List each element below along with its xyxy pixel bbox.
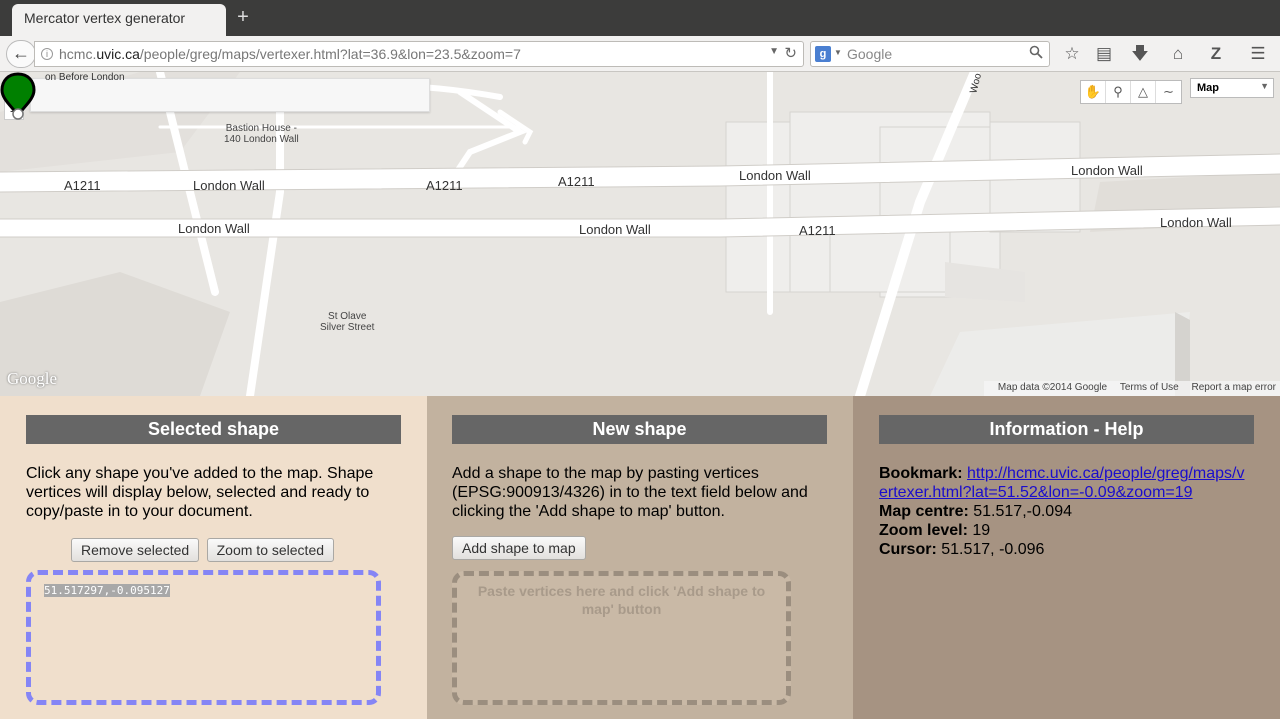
map-search-overlay[interactable] bbox=[30, 78, 430, 112]
road-label: London Wall bbox=[1071, 163, 1143, 178]
google-logo: Google bbox=[7, 369, 58, 388]
selected-vertices-text: 51.517297,-0.095127 bbox=[44, 584, 170, 597]
reload-icon[interactable]: ↻ bbox=[784, 44, 797, 62]
browser-tab[interactable]: Mercator vertex generator bbox=[12, 4, 226, 36]
road-label: A1211 bbox=[799, 223, 836, 238]
add-marker-icon[interactable]: ⚲ bbox=[1106, 81, 1131, 103]
map-label: on Before London bbox=[45, 72, 125, 83]
hand-icon[interactable]: ✋ bbox=[1081, 81, 1106, 103]
report-error-link[interactable]: Report a map error bbox=[1192, 382, 1276, 393]
map-marker-icon[interactable] bbox=[0, 72, 36, 120]
draw-polygon-icon[interactable]: △ bbox=[1131, 81, 1156, 103]
url-history-dropdown-icon[interactable]: ▼ bbox=[769, 46, 779, 57]
remove-selected-button[interactable]: Remove selected bbox=[71, 538, 200, 562]
new-shape-panel: New shape Add a shape to the map by past… bbox=[427, 396, 853, 719]
bookmark-star-icon[interactable]: ☆ bbox=[1061, 44, 1083, 64]
road-label: London Wall bbox=[193, 178, 265, 193]
panel-title: Selected shape bbox=[26, 415, 401, 444]
paste-vertices-textarea[interactable]: Paste vertices here and click 'Add shape… bbox=[452, 571, 791, 705]
site-info-icon[interactable]: i bbox=[41, 48, 53, 60]
search-icon[interactable] bbox=[1029, 45, 1043, 59]
road-label: A1211 bbox=[64, 178, 101, 193]
back-arrow-icon: ← bbox=[12, 43, 30, 63]
map-label: Bastion House -140 London Wall bbox=[224, 123, 299, 145]
zoom-level-value: 19 bbox=[972, 522, 991, 539]
url-text: hcmc.uvic.ca/people/greg/maps/vertexer.h… bbox=[59, 46, 521, 62]
panel-title: New shape bbox=[452, 415, 827, 444]
road-label: London Wall bbox=[1160, 215, 1232, 230]
map-attribution: Map data ©2014 Google Terms of Use Repor… bbox=[983, 381, 1280, 396]
engine-dropdown-icon[interactable]: ▼ bbox=[834, 48, 842, 57]
road-label: London Wall bbox=[178, 221, 250, 236]
add-shape-button[interactable]: Add shape to map bbox=[452, 536, 586, 560]
home-icon[interactable]: ⌂ bbox=[1167, 44, 1189, 64]
cursor-label: Cursor: bbox=[879, 541, 937, 558]
textarea-placeholder: Paste vertices here and click 'Add shape… bbox=[477, 583, 766, 617]
zotero-icon[interactable]: Z bbox=[1205, 44, 1227, 64]
road-label: London Wall bbox=[739, 168, 811, 183]
draw-line-icon[interactable]: ∼ bbox=[1156, 81, 1181, 103]
panel-description: Click any shape you've added to the map.… bbox=[26, 465, 374, 520]
tab-bar: Mercator vertex generator + bbox=[0, 0, 1280, 36]
map-canvas[interactable]: + − on Before London Bastion House -140 … bbox=[0, 72, 1280, 396]
map-centre-label: Map centre: bbox=[879, 503, 969, 520]
panel-description: Add a shape to the map by pasting vertic… bbox=[452, 465, 808, 520]
poi-label: St Olave Silver Street bbox=[320, 311, 375, 333]
selected-shape-panel: Selected shape Click any shape you've ad… bbox=[0, 396, 427, 719]
bookmarks-list-icon[interactable]: ▤ bbox=[1093, 44, 1115, 64]
map-centre-value: 51.517,-0.094 bbox=[973, 503, 1072, 520]
search-bar[interactable]: g ▼ Google bbox=[810, 41, 1050, 67]
navigation-bar: ← i hcmc.uvic.ca/people/greg/maps/vertex… bbox=[0, 36, 1280, 72]
panel-title: Information - Help bbox=[879, 415, 1254, 444]
tab-title: Mercator vertex generator bbox=[24, 10, 186, 26]
info-list: Bookmark: http://hcmc.uvic.ca/people/gre… bbox=[879, 464, 1251, 559]
menu-icon[interactable]: ☰ bbox=[1247, 44, 1269, 64]
downloads-icon[interactable]: 🡇 bbox=[1129, 44, 1151, 64]
map-type-select[interactable]: Map ▼ bbox=[1190, 78, 1274, 98]
road-label: A1211 bbox=[558, 174, 595, 189]
zoom-level-label: Zoom level: bbox=[879, 522, 968, 539]
search-placeholder: Google bbox=[847, 46, 893, 62]
address-bar[interactable]: i hcmc.uvic.ca/people/greg/maps/vertexer… bbox=[34, 41, 804, 67]
chevron-down-icon: ▼ bbox=[1260, 81, 1269, 91]
map-data-text: Map data ©2014 Google bbox=[997, 382, 1108, 393]
terms-link[interactable]: Terms of Use bbox=[1120, 382, 1179, 393]
selected-vertices-textarea[interactable]: 51.517297,-0.095127 bbox=[26, 570, 381, 705]
information-panel: Information - Help Bookmark: http://hcmc… bbox=[853, 396, 1280, 719]
zoom-to-selected-button[interactable]: Zoom to selected bbox=[206, 538, 335, 562]
new-tab-button[interactable]: + bbox=[234, 7, 252, 27]
cursor-value: 51.517, -0.096 bbox=[941, 541, 1045, 558]
road-label: London Wall bbox=[579, 222, 651, 237]
road-label: A1211 bbox=[426, 178, 463, 193]
drawing-toolbar: ✋ ⚲ △ ∼ bbox=[1080, 80, 1182, 104]
back-button[interactable]: ← bbox=[6, 40, 36, 68]
search-engine-icon[interactable]: g bbox=[815, 46, 831, 62]
bookmark-label: Bookmark: bbox=[879, 465, 963, 482]
